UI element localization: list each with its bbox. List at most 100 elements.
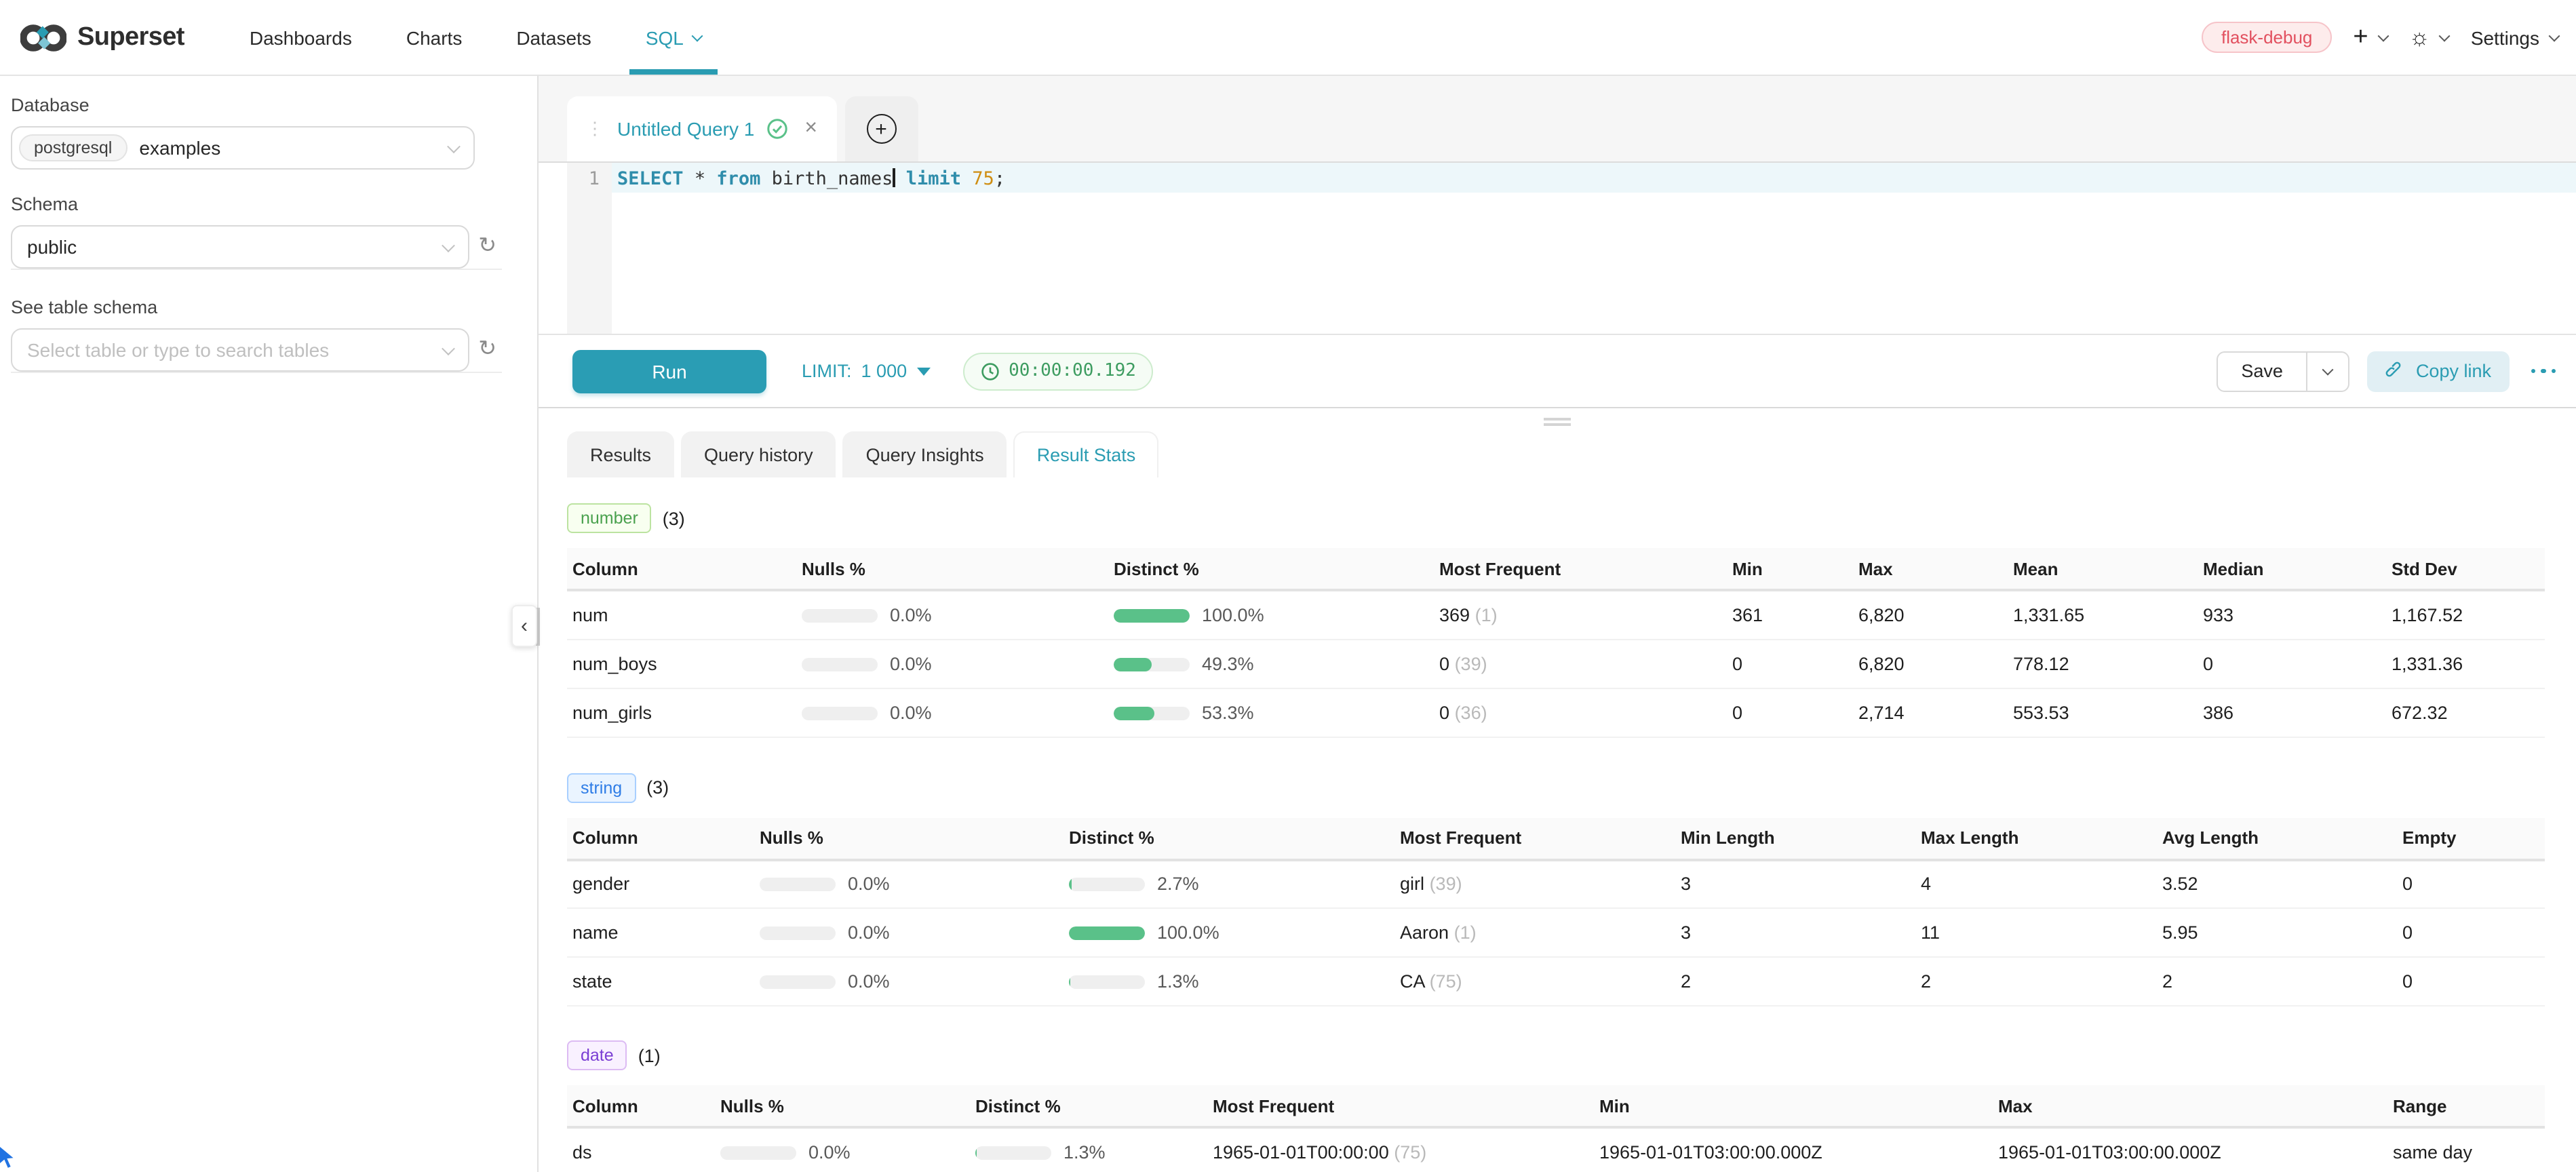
most-frequent-cell: 1965-01-01T00:00:00 (75): [1207, 1127, 1594, 1172]
stat-value-cell: 672.32: [2386, 688, 2545, 737]
stat-value-cell: same day: [2387, 1127, 2545, 1172]
stats-section-date: date (1) Column Nulls % Distinct % Most …: [567, 1040, 2576, 1172]
nulls-progress-bar: [760, 878, 836, 892]
column-name-cell: gender: [567, 859, 754, 908]
distinct-cell: 49.3%: [1108, 639, 1434, 688]
nav-dashboards[interactable]: Dashboards: [222, 0, 379, 75]
most-frequent-cell: CA (75): [1394, 957, 1675, 1006]
more-options-button[interactable]: [2531, 369, 2556, 374]
nulls-cell: 0.0%: [796, 688, 1108, 737]
new-tab-button[interactable]: +: [866, 114, 896, 144]
query-tab[interactable]: ⋮ Untitled Query 1 ×: [567, 96, 836, 161]
stat-value-cell: 933: [2198, 590, 2386, 639]
sql-code-editor[interactable]: 1 SELECT * from birth_names limit 75;: [539, 163, 2576, 335]
stat-value-cell: 1,331.36: [2386, 639, 2545, 688]
stat-value-cell: 2: [1915, 957, 2157, 1006]
sun-icon: ☼: [2409, 26, 2430, 49]
table-schema-label: See table schema: [11, 297, 502, 317]
superset-logo[interactable]: Superset: [20, 22, 184, 52]
sql-editor-panel: ⋮ Untitled Query 1 × + 1 SELECT * from b…: [539, 76, 2576, 1172]
tab-query-insights[interactable]: Query Insights: [843, 431, 1007, 477]
settings-menu[interactable]: Settings: [2471, 26, 2558, 48]
table-header-row: Column Nulls % Distinct % Most Frequent …: [567, 548, 2545, 590]
refresh-tables-icon[interactable]: ↻: [478, 339, 496, 361]
query-success-icon: [766, 118, 788, 140]
stat-value-cell: 11: [1915, 908, 2157, 957]
stats-section-number: number (3) Column Nulls % Distinct % Mos…: [567, 503, 2576, 737]
stat-value-cell: 6,820: [1853, 639, 2008, 688]
stat-value-cell: 778.12: [2008, 639, 2198, 688]
chevron-down-icon: [2322, 364, 2333, 375]
run-query-button[interactable]: Run: [572, 349, 766, 393]
stat-value-cell: 0: [2397, 908, 2545, 957]
stat-value-cell: 2: [2157, 957, 2397, 1006]
stat-value-cell: 5.95: [2157, 908, 2397, 957]
sidebar-divider: [11, 372, 502, 373]
query-tab-title: Untitled Query 1: [617, 118, 754, 140]
distinct-cell: 53.3%: [1108, 688, 1434, 737]
table-header-row: Column Nulls % Distinct % Most Frequent …: [567, 817, 2545, 859]
nav-datasets[interactable]: Datasets: [489, 0, 619, 75]
column-name-cell: ds: [567, 1127, 715, 1172]
stat-value-cell: 3: [1675, 859, 1915, 908]
stat-value-cell: 0: [2198, 639, 2386, 688]
table-row: ds 0.0% 1.3% 1965-01-01T00:00:00 (75) 19…: [567, 1127, 2545, 1172]
copy-link-button[interactable]: Copy link: [2367, 351, 2509, 391]
database-engine-tag: postgresql: [19, 134, 127, 161]
nulls-cell: 0.0%: [754, 957, 1063, 1006]
stat-value-cell: 386: [2198, 688, 2386, 737]
table-header-row: Column Nulls % Distinct % Most Frequent …: [567, 1085, 2545, 1127]
most-frequent-cell: Aaron (1): [1394, 908, 1675, 957]
nulls-progress-bar: [802, 706, 878, 720]
close-tab-icon[interactable]: ×: [804, 118, 817, 140]
tab-query-history[interactable]: Query history: [681, 431, 836, 477]
brand-name: Superset: [77, 22, 184, 52]
plus-icon: +: [2353, 24, 2368, 50]
limit-dropdown[interactable]: LIMIT: 1 000: [802, 361, 930, 381]
distinct-progress-bar: [975, 1146, 1051, 1160]
most-frequent-cell: 0 (39): [1434, 639, 1727, 688]
new-item-menu[interactable]: +: [2353, 24, 2387, 50]
type-badge-number: number: [567, 503, 652, 533]
chevron-down-icon: [2439, 30, 2451, 41]
save-split-button: Save: [2217, 351, 2349, 391]
table-row: gender 0.0% 2.7% girl (39) 3 4 3.52 0: [567, 859, 2545, 908]
number-stats-table: Column Nulls % Distinct % Most Frequent …: [567, 548, 2545, 737]
nav-sql[interactable]: SQL: [619, 0, 728, 75]
editor-toolbar: Run LIMIT: 1 000 00:00:00.192 Save: [539, 335, 2576, 408]
schema-label: Schema: [11, 194, 502, 214]
elapsed-time: 00:00:00.192: [1009, 361, 1136, 381]
query-timer: 00:00:00.192: [962, 352, 1154, 390]
editor-gutter: 1: [567, 163, 612, 334]
stat-value-cell: 361: [1727, 590, 1853, 639]
column-name-cell: state: [567, 957, 754, 1006]
theme-menu[interactable]: ☼: [2409, 26, 2449, 49]
table-select[interactable]: Select table or type to search tables: [11, 328, 469, 372]
toolbar-right: Save Copy link: [2217, 351, 2556, 391]
collapse-sidebar-button[interactable]: ‹: [511, 605, 537, 647]
schema-select[interactable]: public: [11, 225, 469, 269]
navbar-right: flask-debug + ☼ Settings: [2202, 22, 2558, 53]
tab-result-stats[interactable]: Result Stats: [1014, 431, 1159, 477]
stat-value-cell: 3: [1675, 908, 1915, 957]
refresh-schemas-icon[interactable]: ↻: [478, 236, 496, 258]
save-dropdown-button[interactable]: [2306, 352, 2348, 390]
table-row: num_girls 0.0% 53.3% 0 (36) 0 2,714 553.…: [567, 688, 2545, 737]
database-select[interactable]: postgresql examples: [11, 126, 475, 170]
sql-lab-sidebar: Database postgresql examples Schema publ…: [0, 76, 539, 1172]
date-stats-table: Column Nulls % Distinct % Most Frequent …: [567, 1085, 2545, 1172]
save-button[interactable]: Save: [2218, 352, 2306, 390]
panel-resize-handle[interactable]: [1544, 418, 1571, 426]
column-name-cell: num_boys: [567, 639, 796, 688]
stat-value-cell: 0: [2397, 859, 2545, 908]
tab-results[interactable]: Results: [567, 431, 674, 477]
nulls-cell: 0.0%: [754, 908, 1063, 957]
nav-charts[interactable]: Charts: [379, 0, 489, 75]
distinct-progress-bar: [1114, 609, 1190, 623]
table-select-placeholder: Select table or type to search tables: [27, 339, 329, 361]
nulls-progress-bar: [720, 1146, 796, 1160]
chevron-down-icon: [441, 238, 454, 252]
stat-value-cell: 4: [1915, 859, 2157, 908]
nulls-progress-bar: [760, 926, 836, 940]
top-navbar: Superset Dashboards Charts Datasets SQL …: [0, 0, 2576, 76]
